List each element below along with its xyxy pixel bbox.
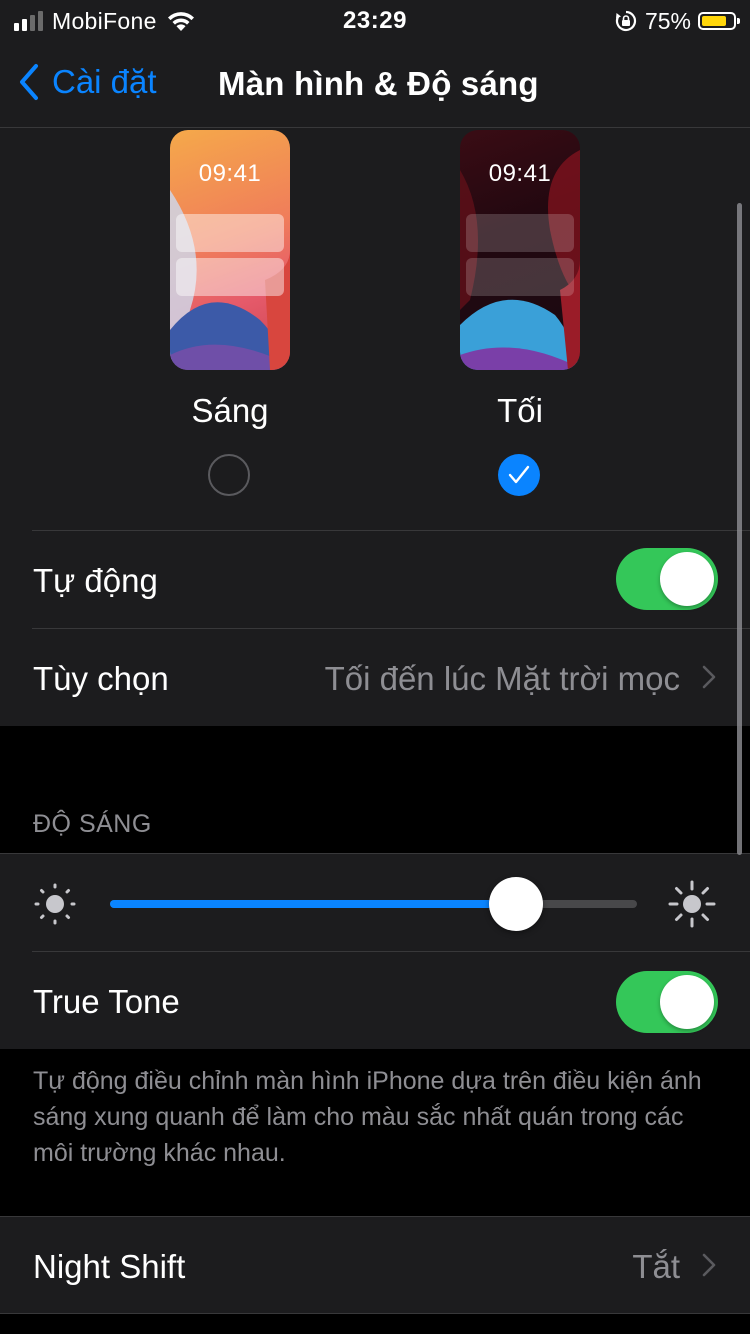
night-shift-row[interactable]: Night Shift Tắt [0,1217,750,1313]
dark-preview-time: 09:41 [488,160,552,187]
true-tone-row: True Tone [0,952,750,1048]
light-mode-label: Sáng [191,392,269,429]
options-value: Tối đến lúc Mặt trời mọc [324,660,680,697]
scrollbar[interactable] [737,203,742,855]
brightness-slider-thumb[interactable] [488,877,543,931]
brightness-slider-fill [110,900,516,908]
light-preview-notification [176,258,284,296]
light-mode-preview[interactable]: 09:41 [170,130,290,370]
dark-mode-label: Tối [497,392,543,429]
night-shift-label: Night Shift [33,1248,186,1285]
options-row[interactable]: Tùy chọn Tối đến lúc Mặt trời mọc [0,629,750,725]
night-shift-value: Tắt [632,1248,680,1285]
options-label: Tùy chọn [33,660,169,697]
light-mode-radio[interactable] [208,454,250,496]
chevron-right-icon [702,1253,716,1277]
back-button[interactable]: Cài đặt [16,62,157,102]
battery-icon [698,12,740,30]
true-tone-toggle[interactable] [616,971,718,1033]
brightness-group: True Tone [0,853,750,1049]
checkmark-icon [508,465,530,484]
back-label: Cài đặt [52,63,157,100]
dark-preview-notification [466,258,574,296]
navigation-bar: Cài đặt Màn hình & Độ sáng [0,40,750,128]
true-tone-description: Tự động điều chỉnh màn hình iPhone dựa t… [33,1067,702,1167]
page-title: Màn hình & Độ sáng [218,65,539,102]
automatic-label: Tự động [33,562,158,599]
appearance-group: 09:41 09:41 Sáng Tối Tự động Tùy chọn Tố… [0,128,750,726]
status-bar: MobiFone 23:29 75% [0,0,750,40]
automatic-row: Tự động [0,531,750,627]
brightness-slider[interactable] [110,877,637,931]
dark-preview-notification [466,214,574,252]
automatic-toggle[interactable] [616,548,718,610]
battery-percent: 75% [644,7,691,34]
dark-mode-preview[interactable]: 09:41 [460,130,580,370]
sun-small-icon [34,883,76,925]
light-preview-time: 09:41 [198,160,262,187]
sun-large-icon [668,880,716,928]
status-right: 75% [615,7,740,34]
brightness-section-header: ĐỘ SÁNG [33,810,152,838]
chevron-left-icon [20,64,38,100]
dark-mode-radio[interactable] [498,454,540,496]
chevron-right-icon [702,665,716,689]
orientation-lock-icon [615,10,637,32]
true-tone-label: True Tone [33,983,180,1020]
light-preview-notification [176,214,284,252]
night-shift-group: Night Shift Tắt [0,1216,750,1314]
